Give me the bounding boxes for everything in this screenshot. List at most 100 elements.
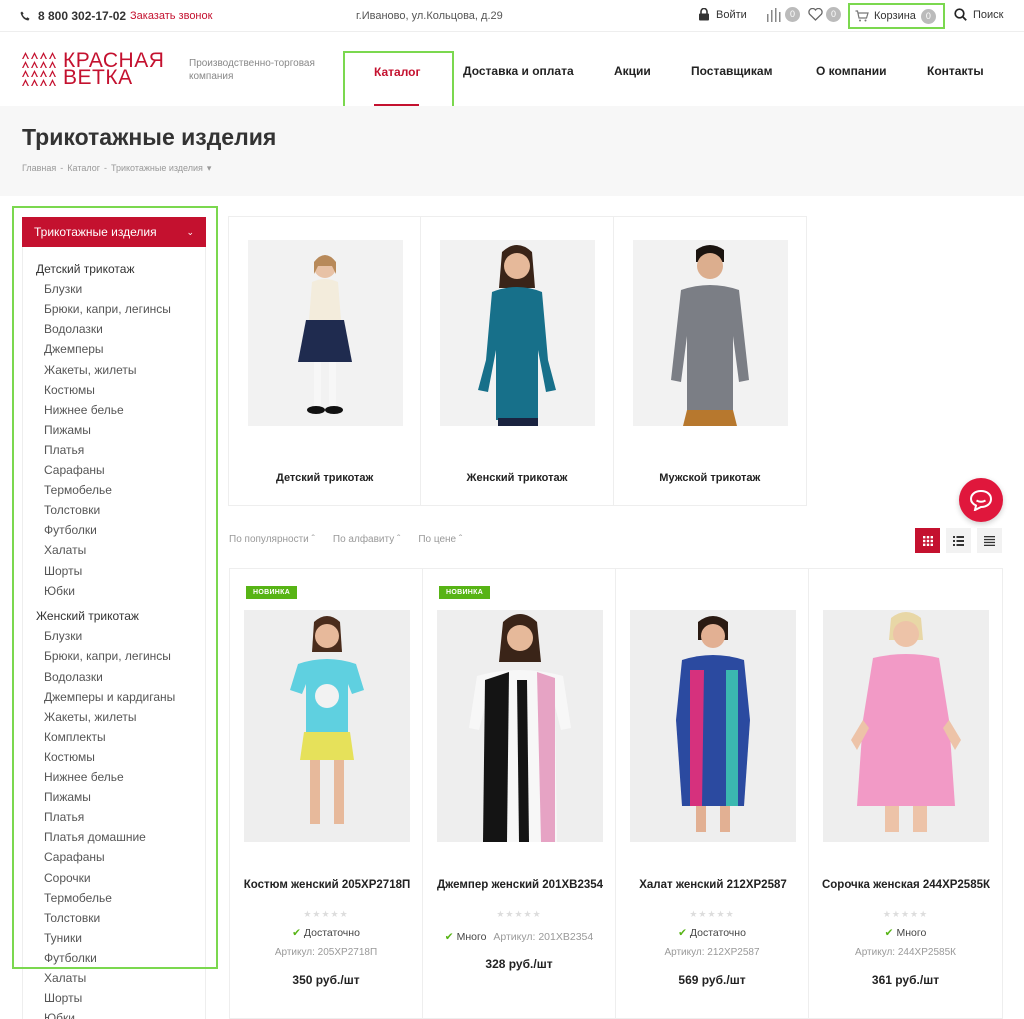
nav-item-delivery[interactable]: Доставка и оплата — [463, 64, 574, 78]
search-icon — [954, 8, 967, 21]
product-card[interactable]: НОВИНКА Костюм женский 205ХР2718П ★★★★★ … — [230, 569, 423, 1018]
breadcrumb-catalog[interactable]: Каталог — [67, 163, 100, 174]
rating-stars: ★★★★★ — [689, 909, 735, 919]
availability: ✔ Достаточно — [292, 927, 360, 939]
cart-count: 0 — [920, 8, 936, 24]
product-image[interactable] — [244, 610, 410, 842]
sort-by-price[interactable]: По цене ˆ — [418, 534, 462, 545]
product-card[interactable]: Сорочка женская 244ХР2585К ★★★★★ ✔ Много … — [809, 569, 1002, 1018]
rating-stars: ★★★★★ — [882, 909, 929, 919]
product-image[interactable] — [437, 610, 603, 842]
product-image[interactable] — [823, 610, 989, 842]
logo[interactable]: КРАСНАЯ ВЕТКА — [22, 49, 165, 89]
chat-button[interactable] — [959, 478, 1003, 522]
product-name[interactable]: Сорочка женская 244ХР2585К — [819, 878, 993, 892]
nav-item-about[interactable]: О компании — [816, 64, 887, 78]
new-badge: НОВИНКА — [439, 586, 491, 599]
chevron-up-icon: ˆ — [396, 534, 401, 545]
tagline: Производственно-торговая компания — [189, 58, 315, 82]
cart-button[interactable]: Корзина 0 — [848, 3, 945, 29]
breadcrumb-home[interactable]: Главная — [22, 163, 56, 174]
cart-icon — [855, 10, 869, 22]
article-number: Артикул: 244ХР2585К — [855, 947, 956, 958]
product-name[interactable]: Костюм женский 205ХР2718П — [240, 878, 414, 892]
breadcrumb-separator: - — [60, 163, 64, 173]
category-name[interactable]: Мужской трикотаж — [614, 472, 806, 484]
page-title: Трикотажные изделия — [22, 124, 277, 150]
product-card[interactable]: Халат женский 212ХР2587 ★★★★★ ✔ Достаточн… — [616, 569, 809, 1018]
lock-icon — [699, 8, 709, 21]
category-cards: Детский трикотаж Женский трикотаж Мужско… — [228, 216, 807, 506]
header: КРАСНАЯ ВЕТКА Производственно-торговая к… — [0, 32, 1024, 112]
check-icon: ✔ — [292, 927, 301, 939]
rating-stars: ★★★★★ — [496, 909, 542, 919]
product-name[interactable]: Джемпер женский 201ХВ2354 — [433, 878, 607, 892]
check-icon: ✔ — [884, 927, 894, 939]
availability: ✔ Много — [884, 927, 927, 939]
breadcrumb-separator: - — [103, 163, 107, 173]
category-card-kids[interactable]: Детский трикотаж — [229, 217, 422, 505]
grid-icon — [922, 535, 933, 546]
chat-bubble-icon — [969, 489, 993, 511]
availability: ✔ Много Артикул: 201ХВ2354 — [444, 931, 594, 943]
nav-item-suppliers[interactable]: Поставщикам — [691, 64, 772, 78]
search-label: Поиск — [973, 8, 1004, 21]
rating-stars: ★★★★★ — [303, 909, 349, 919]
heart-icon — [808, 8, 823, 21]
top-bar: 8 800 302-17-02 Заказать звонок г.Иванов… — [0, 0, 1024, 32]
new-badge: НОВИНКА — [246, 586, 298, 599]
search-button[interactable]: Поиск — [954, 8, 1003, 21]
product-price: 569 руб./шт — [678, 973, 746, 987]
sidebar-item[interactable]: Халаты — [44, 971, 86, 985]
sort-by-alphabet[interactable]: По алфавиту ˆ — [333, 534, 400, 545]
phone-icon — [20, 11, 30, 21]
article-number: Артикул: 212ХР2587 — [664, 947, 760, 958]
breadcrumb-current[interactable]: Трикотажные изделия — [111, 163, 203, 174]
product-name[interactable]: Халат женский 212ХР2587 — [626, 878, 800, 892]
sidebar-highlight-frame — [12, 206, 218, 969]
view-switcher — [915, 528, 1002, 553]
category-card-women[interactable]: Женский трикотаж — [421, 217, 614, 505]
sidebar-item[interactable]: Шорты — [44, 991, 82, 1005]
phone-number: 8 800 302-17-02 — [38, 9, 127, 23]
nav-item-contacts[interactable]: Контакты — [927, 64, 984, 78]
favorites-link[interactable]: 0 — [808, 7, 841, 22]
sort-bar: По популярности ˆ По алфавиту ˆ По цене … — [229, 534, 462, 545]
nav-item-promo[interactable]: Акции — [614, 64, 651, 78]
category-image-kids — [248, 240, 403, 426]
compare-link[interactable]: 0 — [766, 7, 800, 22]
sidebar-item[interactable]: Юбки — [44, 1011, 75, 1019]
chevron-up-icon: ˆ — [458, 534, 463, 545]
logo-mark-icon — [22, 52, 56, 86]
product-image[interactable] — [630, 610, 796, 842]
category-card-men[interactable]: Мужской трикотаж — [614, 217, 806, 505]
title-band: Трикотажные изделия Главная - Каталог - … — [0, 106, 1024, 196]
address: г.Иваново, ул.Кольцова, д.29 — [356, 10, 503, 22]
list-view-button[interactable] — [946, 528, 971, 553]
nav-item-catalog[interactable]: Каталог — [343, 51, 454, 112]
table-icon — [984, 535, 995, 546]
product-price: 361 руб./шт — [871, 973, 940, 987]
compare-icon — [767, 7, 781, 22]
nav-item-catalog-label: Каталог — [374, 65, 421, 79]
category-name[interactable]: Детский трикотаж — [229, 472, 420, 484]
table-view-button[interactable] — [977, 528, 1002, 553]
product-grid: НОВИНКА Костюм женский 205ХР2718П ★★★★★ … — [229, 568, 1003, 1019]
availability: ✔ Достаточно — [678, 927, 746, 939]
category-name[interactable]: Женский трикотаж — [421, 472, 612, 484]
callback-link[interactable]: Заказать звонок — [130, 10, 212, 22]
product-card[interactable]: НОВИНКА Джемпер женский 201ХВ2354 ★★★★★ … — [423, 569, 616, 1018]
chevron-up-icon: ˆ — [311, 534, 315, 545]
phone[interactable]: 8 800 302-17-02 — [20, 9, 126, 23]
breadcrumb-dropdown-icon[interactable]: ▾ — [207, 163, 212, 174]
compare-count: 0 — [785, 7, 800, 22]
logo-text: КРАСНАЯ ВЕТКА — [63, 49, 165, 89]
check-icon: ✔ — [678, 927, 687, 939]
sort-by-popularity[interactable]: По популярности ˆ — [229, 534, 315, 545]
category-image-women — [440, 240, 596, 426]
favorites-count: 0 — [826, 7, 841, 22]
login-label: Войти — [716, 8, 747, 21]
grid-view-button[interactable] — [915, 528, 940, 553]
cart-label: Корзина — [874, 10, 916, 22]
login-link[interactable]: Войти — [698, 8, 747, 21]
